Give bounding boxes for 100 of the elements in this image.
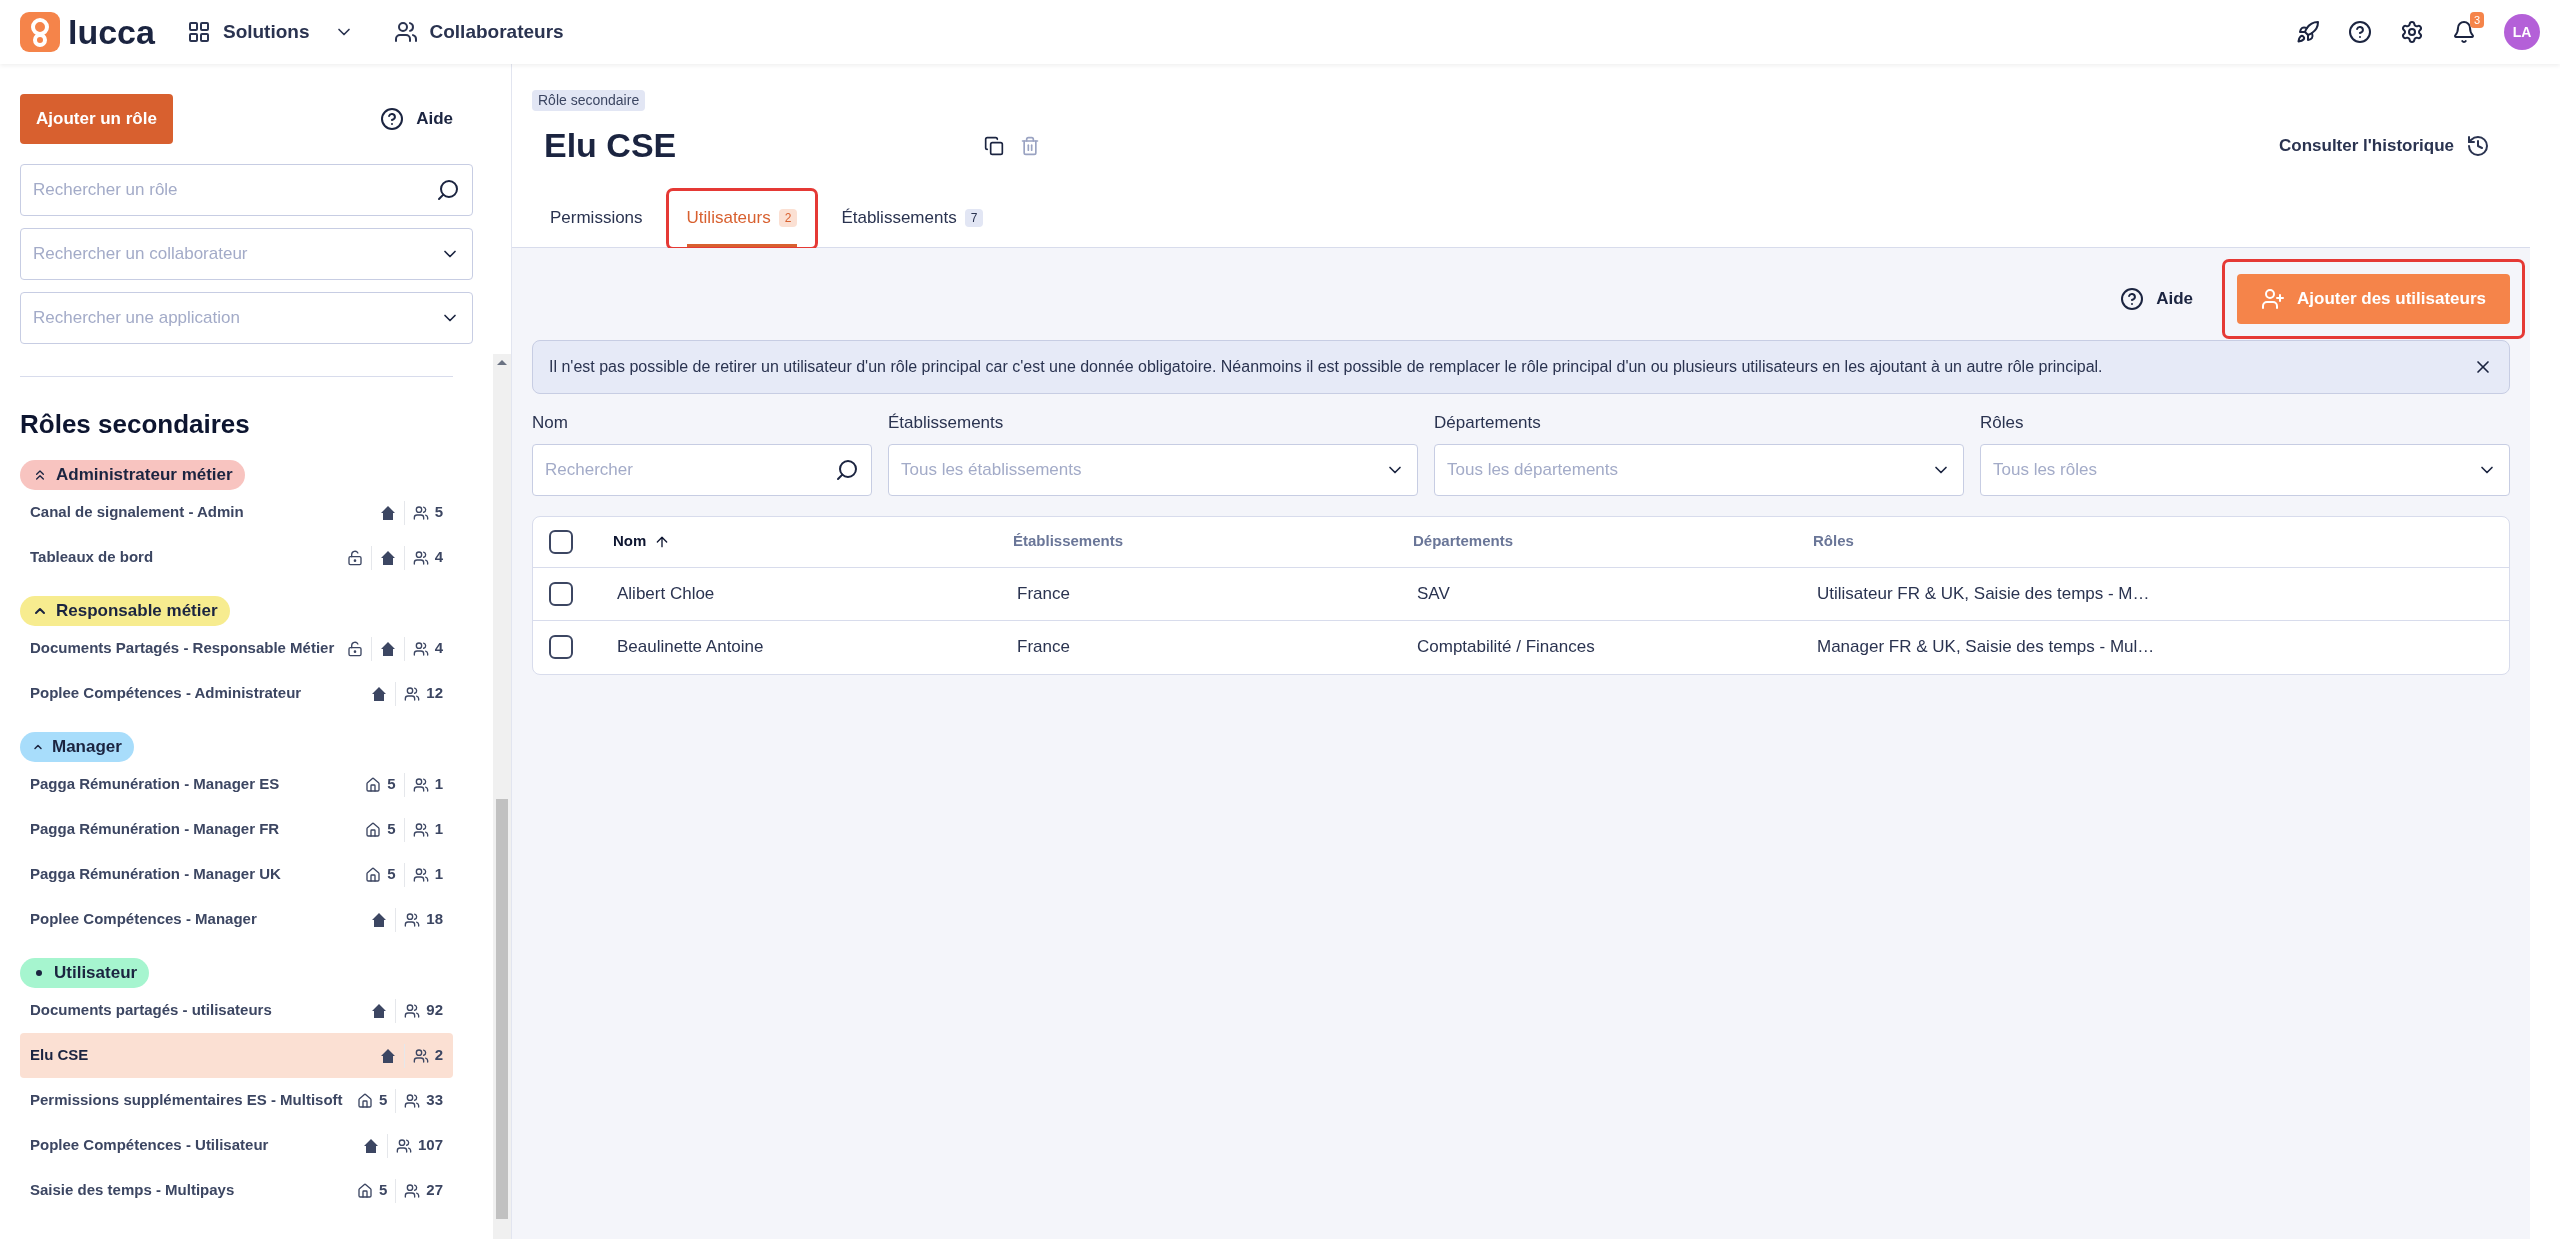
- user-count: 1: [434, 819, 443, 840]
- checkbox[interactable]: [549, 635, 573, 659]
- table-cell-text: SAV: [1416, 582, 1451, 605]
- column-header[interactable]: Rôles: [1813, 530, 2493, 553]
- users-icon: [412, 640, 429, 657]
- tab[interactable]: Établissements 7: [823, 191, 1002, 247]
- user-plus-icon: [2261, 287, 2286, 311]
- table-cell-text: Utilisateur FR & UK, Saisie des temps - M…: [1816, 582, 2151, 605]
- role-item[interactable]: Pagga Rémunération - Manager ES 5 1: [20, 762, 453, 807]
- field-placeholder: Tous les départements: [1447, 458, 1620, 481]
- group-tag: Responsable métier: [20, 596, 230, 626]
- table-cell-text: Manager FR & UK, Saisie des temps - Mul…: [1816, 636, 2156, 659]
- role-name: Elu CSE: [30, 1045, 90, 1066]
- help-icon: [2120, 287, 2145, 311]
- help-icon: [380, 107, 405, 131]
- site-count: 5: [378, 1090, 388, 1111]
- user-count: 4: [434, 638, 443, 659]
- users-icon: [412, 504, 429, 521]
- table-cell-text: France: [1016, 582, 1071, 605]
- history-icon: [2466, 133, 2490, 158]
- nav-link[interactable]: Collaborateurs: [393, 17, 564, 47]
- site-count: 5: [387, 774, 396, 795]
- users-icon: [395, 1137, 412, 1154]
- settings-icon[interactable]: [2400, 20, 2424, 44]
- site-count: 5: [387, 864, 396, 885]
- users-icon: [404, 911, 421, 928]
- user-count: 27: [426, 1180, 443, 1201]
- role-item[interactable]: Documents Partagés - Responsable Métier 4: [20, 626, 453, 671]
- role-name: Saisie des temps - Multipays: [30, 1180, 236, 1201]
- field-placeholder: Rechercher un rôle: [33, 179, 179, 202]
- role-name: Pagga Rémunération - Manager FR: [30, 819, 281, 840]
- alert-text: Il n'est pas possible de retirer un utilisateur d'un rôle principal car c'est une donnée obligatoire. Néanmoins il est possible de remplacer le rôle principal d'un ou plusieurs utilisateurs en les ajoutant à un autre rôle principal.: [549, 357, 2104, 377]
- role-item[interactable]: Permissions supplémentaires ES - Multisoft 5 33: [20, 1078, 453, 1123]
- role-name: Canal de signalement - Admin: [30, 502, 245, 523]
- checkbox[interactable]: [549, 529, 573, 554]
- user-count: 107: [417, 1135, 443, 1156]
- user-count: 1: [434, 864, 443, 885]
- bell-icon[interactable]: [2452, 20, 2476, 44]
- role-item[interactable]: Saisie des temps - Multipays 5 27: [20, 1168, 453, 1213]
- scroll-up-arrow-icon[interactable]: [497, 360, 507, 365]
- role-item[interactable]: Poplee Compétences - Administrateur 12: [20, 671, 453, 716]
- tab[interactable]: Permissions: [532, 191, 661, 247]
- scrollbar[interactable]: [493, 354, 511, 1239]
- users-icon: [393, 20, 418, 44]
- role-name: Poplee Compétences - Administrateur: [30, 683, 303, 704]
- count-badge: 2: [778, 208, 798, 227]
- role-name: Documents partagés - utilisateurs: [30, 1000, 273, 1021]
- search-icon: [835, 457, 859, 482]
- help-link[interactable]: Aide: [2120, 286, 2194, 312]
- user-count: 4: [434, 547, 443, 568]
- notification-badge: 3: [2469, 12, 2484, 28]
- role-name: Permissions supplémentaires ES - Multisoft: [30, 1090, 344, 1111]
- users-icon: [412, 866, 429, 883]
- users-icon: [404, 1002, 421, 1019]
- checkbox[interactable]: [549, 581, 573, 606]
- users-icon: [412, 776, 429, 793]
- users-icon: [412, 549, 429, 566]
- user-count: 18: [426, 909, 443, 930]
- table-cell-text: Beaulinette Antoine: [616, 636, 765, 659]
- users-icon: [412, 821, 429, 838]
- group-tag: Administrateur métier: [20, 460, 245, 490]
- role-name: Pagga Rémunération - Manager ES: [30, 774, 281, 795]
- nav-link[interactable]: Solutions: [186, 17, 354, 47]
- add-role-button[interactable]: Ajouter un rôle: [20, 94, 173, 144]
- role-name: Documents Partagés - Responsable Métier: [30, 638, 336, 659]
- select-placeholder: Rechercher une application: [33, 307, 241, 330]
- user-count: 12: [426, 683, 443, 704]
- copy-icon[interactable]: [984, 135, 1004, 156]
- role-item[interactable]: Poplee Compétences - Utilisateur 107: [20, 1123, 453, 1168]
- rocket-icon[interactable]: [2296, 20, 2320, 44]
- history-link[interactable]: Consulter l'historique: [2279, 132, 2490, 159]
- role-item[interactable]: Tableaux de bord 4: [20, 535, 453, 580]
- table-cell-text: Alibert Chloe: [616, 582, 716, 605]
- user-count: 5: [434, 502, 443, 523]
- section-heading: Rôles secondaires: [20, 408, 251, 441]
- field-placeholder: Rechercher: [545, 458, 634, 481]
- role-name: Poplee Compétences - Utilisateur: [30, 1135, 270, 1156]
- role-item[interactable]: Pagga Rémunération - Manager FR 5 1: [20, 807, 453, 852]
- users-icon: [412, 1047, 429, 1064]
- user-count: 2: [434, 1045, 443, 1066]
- site-count: 5: [387, 819, 396, 840]
- page-title: Elu CSE: [544, 125, 678, 166]
- avatar[interactable]: LA: [2504, 14, 2540, 50]
- column-header[interactable]: Nom: [613, 530, 1013, 553]
- group-tag: Manager: [20, 732, 134, 762]
- role-item[interactable]: Pagga Rémunération - Manager UK 5 1: [20, 852, 453, 897]
- logo-text: lucca: [68, 15, 155, 49]
- column-header[interactable]: Départements: [1413, 530, 1813, 553]
- user-count: 92: [426, 1000, 443, 1021]
- user-count: 33: [426, 1090, 443, 1111]
- help-link[interactable]: Aide: [380, 106, 453, 132]
- role-item[interactable]: Poplee Compétences - Manager 18: [20, 897, 453, 942]
- role-type-badge: Rôle secondaire: [532, 90, 646, 111]
- role-item[interactable]: Documents partagés - utilisateurs 92: [20, 988, 453, 1033]
- column-header[interactable]: Établissements: [1013, 530, 1413, 553]
- role-item[interactable]: Canal de signalement - Admin 5: [20, 490, 453, 535]
- tab[interactable]: Utilisateurs 2: [668, 191, 816, 247]
- help-icon[interactable]: [2348, 20, 2372, 44]
- users-icon: [404, 1182, 421, 1199]
- role-item[interactable]: Elu CSE 2: [20, 1033, 453, 1078]
